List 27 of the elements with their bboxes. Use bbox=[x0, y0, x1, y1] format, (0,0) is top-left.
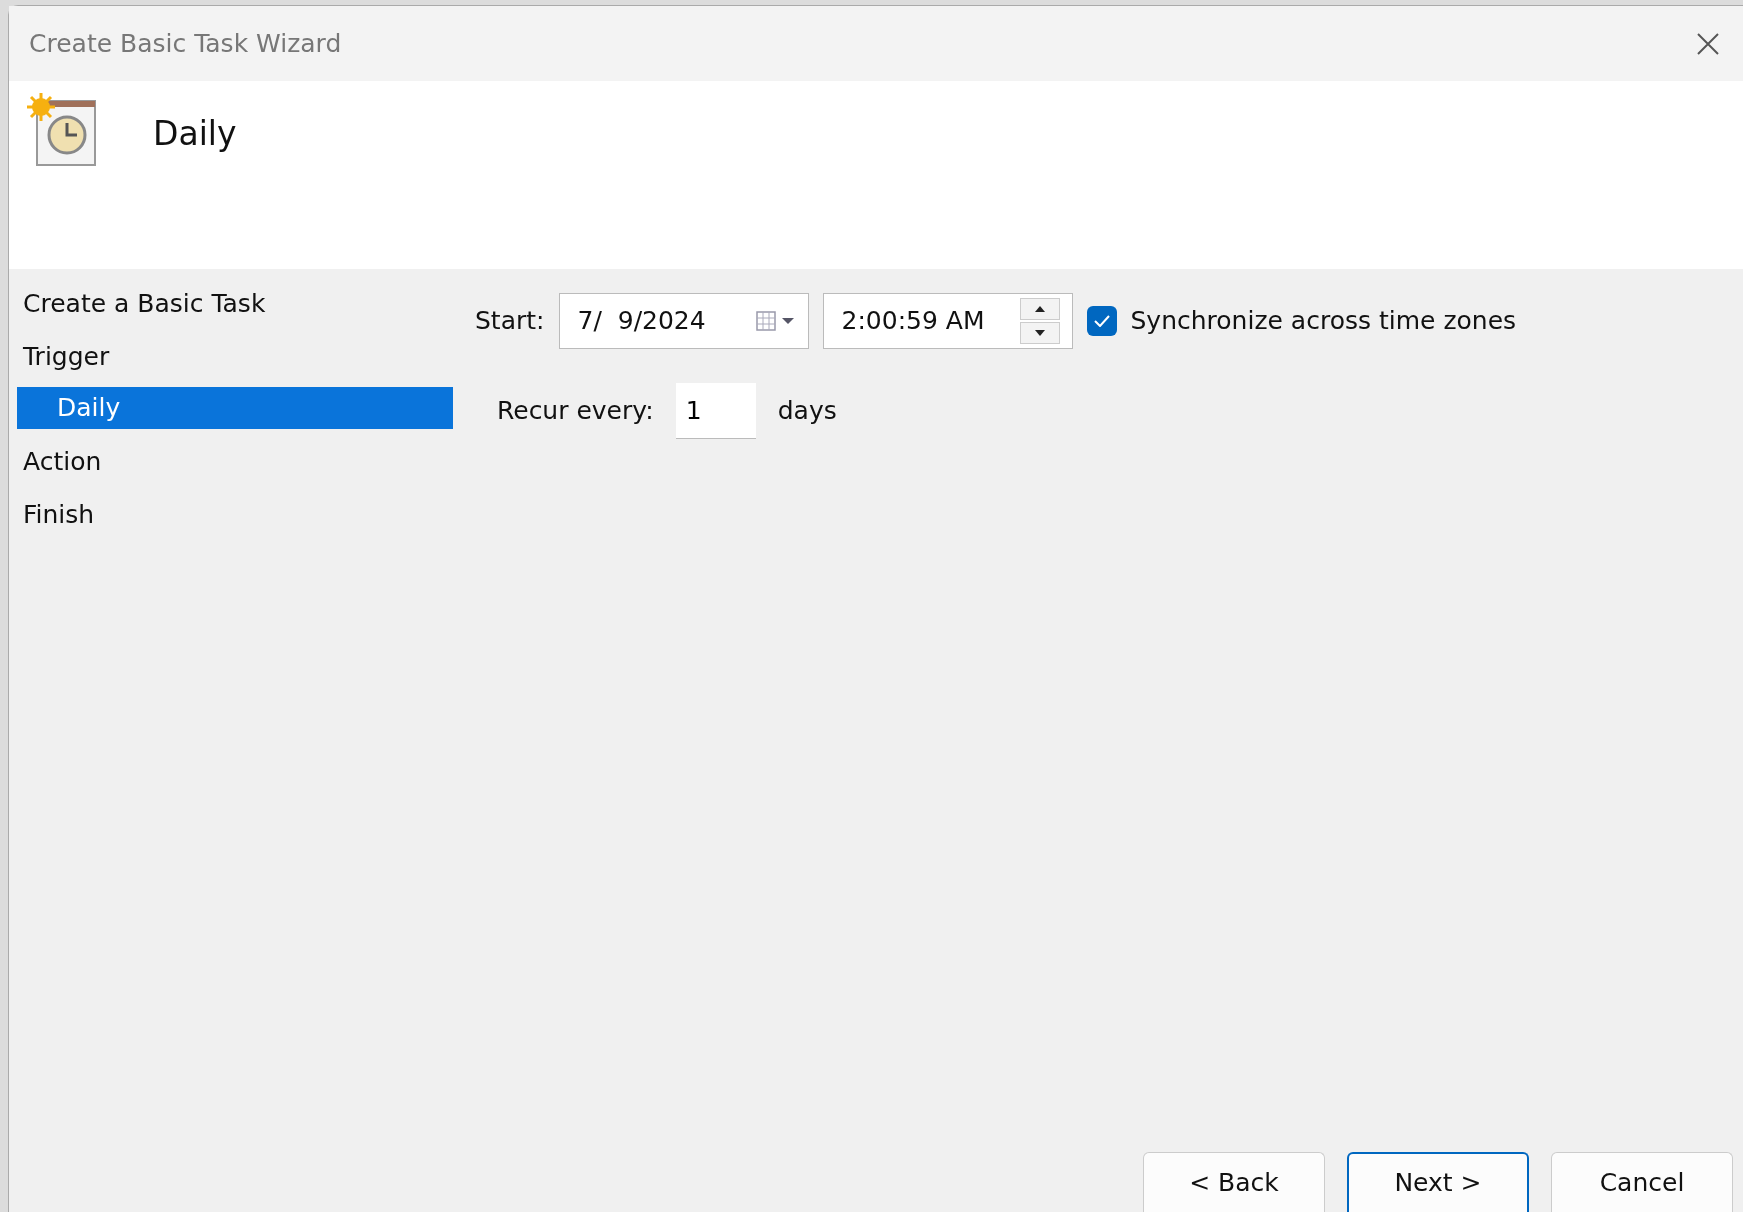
wizard-step[interactable]: Daily bbox=[17, 387, 453, 429]
recur-label: Recur every: bbox=[497, 395, 654, 428]
spin-down-button[interactable] bbox=[1019, 322, 1060, 344]
wizard-button[interactable]: < Back bbox=[1143, 1152, 1325, 1212]
checkmark-icon bbox=[1093, 315, 1110, 327]
down-arrow-icon bbox=[1034, 330, 1045, 336]
time-field[interactable]: 2:00:59 AM bbox=[822, 293, 1073, 349]
spin-up-button[interactable] bbox=[1019, 298, 1060, 320]
wizard-step[interactable]: Trigger bbox=[9, 330, 453, 383]
recur-input[interactable]: 1 bbox=[675, 383, 756, 439]
wizard-step[interactable]: Finish bbox=[9, 488, 453, 541]
unit-label: days bbox=[777, 395, 837, 428]
up-arrow-icon bbox=[1034, 306, 1045, 312]
calendar-dropdown-icon bbox=[755, 310, 796, 332]
checkbox[interactable] bbox=[1086, 306, 1117, 336]
time-value: 2:00:59 AM bbox=[841, 305, 985, 338]
date-picker[interactable]: 7/ 9/2024 bbox=[558, 293, 809, 349]
wizard-step[interactable]: Action bbox=[9, 435, 453, 488]
wizard-step[interactable]: Create a Basic Task bbox=[9, 277, 453, 330]
checkbox-label: Synchronize across time zones bbox=[1130, 305, 1517, 338]
page-heading: Daily bbox=[153, 113, 237, 155]
start-label: Start: bbox=[475, 305, 545, 338]
close-icon bbox=[1697, 32, 1719, 55]
date-value: 7/ 9/2024 bbox=[577, 305, 706, 338]
wizard-button[interactable]: Next > bbox=[1347, 1152, 1529, 1212]
window-title: Create Basic Task Wizard bbox=[29, 27, 342, 60]
wizard-button[interactable]: Cancel bbox=[1551, 1152, 1733, 1212]
